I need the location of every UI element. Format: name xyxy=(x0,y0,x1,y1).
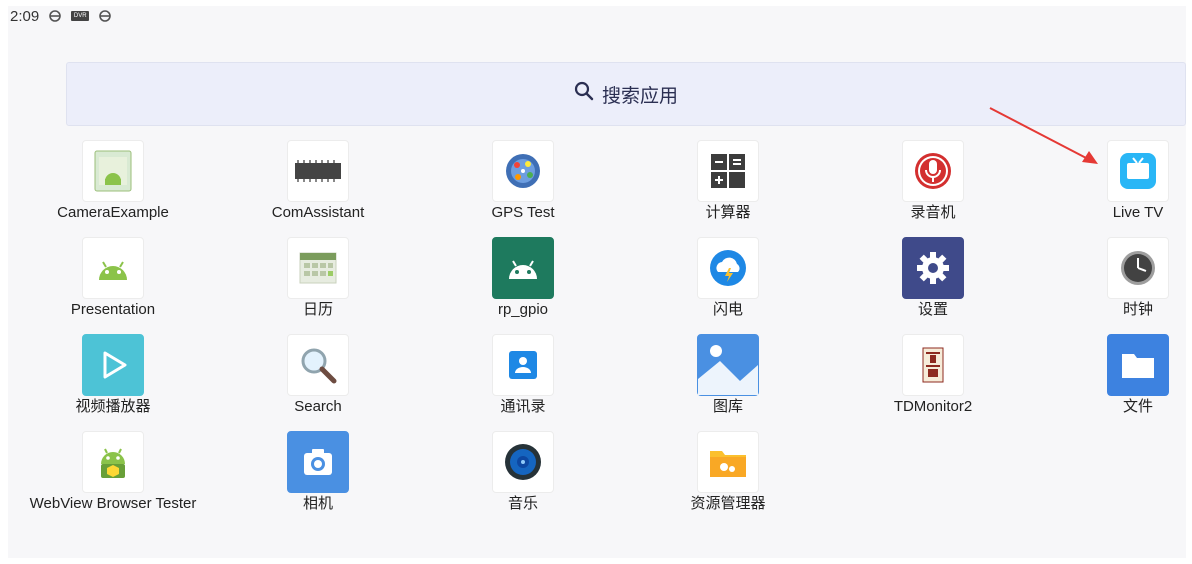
app-label: Live TV xyxy=(1112,204,1164,221)
gallery-icon xyxy=(697,334,759,396)
dvr-icon: DVR xyxy=(71,11,90,21)
app-grid: CameraExample ComAssistant GPS Test 计算器 … xyxy=(8,140,1186,540)
app-file-manager[interactable]: 资源管理器 xyxy=(623,431,833,521)
app-camera-example[interactable]: CameraExample xyxy=(8,140,218,230)
app-label: ComAssistant xyxy=(271,204,365,221)
app-files[interactable]: 文件 xyxy=(1033,334,1192,424)
search-apps-label: 搜索应用 xyxy=(601,85,678,107)
app-music[interactable]: 音乐 xyxy=(418,431,628,521)
files-icon xyxy=(1107,334,1169,396)
tdmonitor-icon xyxy=(902,334,964,396)
status-bar: 2:09 DVR xyxy=(10,7,112,25)
app-label: 计算器 xyxy=(705,204,751,221)
app-gallery[interactable]: 图库 xyxy=(623,334,833,424)
app-label: CameraExample xyxy=(57,204,169,221)
app-settings[interactable]: 设置 xyxy=(828,237,1038,327)
app-label: 音乐 xyxy=(507,495,538,512)
video-player-icon xyxy=(82,334,144,396)
file-manager-icon xyxy=(697,431,759,493)
app-label: 日历 xyxy=(302,301,333,318)
app-label: Presentation xyxy=(70,301,156,318)
app-camera[interactable]: 相机 xyxy=(213,431,423,521)
app-presentation[interactable]: Presentation xyxy=(8,237,218,327)
app-com-assistant[interactable]: ComAssistant xyxy=(213,140,423,230)
app-label: 相机 xyxy=(302,495,333,512)
app-label: 录音机 xyxy=(910,204,956,221)
webview-tester-icon xyxy=(82,431,144,493)
app-label: rp_gpio xyxy=(497,301,549,318)
live-tv-icon xyxy=(1107,140,1169,202)
app-tdmonitor[interactable]: TDMonitor2 xyxy=(828,334,1038,424)
app-video-player[interactable]: 视频播放器 xyxy=(8,334,218,424)
dvr-text: DVR xyxy=(71,11,90,21)
clock-icon xyxy=(1107,237,1169,299)
app-calculator[interactable]: 计算器 xyxy=(623,140,833,230)
app-label: 闪电 xyxy=(712,301,743,318)
search-app-icon xyxy=(287,334,349,396)
calendar-icon xyxy=(287,237,349,299)
app-clock[interactable]: 时钟 xyxy=(1033,237,1192,327)
app-label: 通讯录 xyxy=(500,398,546,415)
camera-icon xyxy=(287,431,349,493)
lightning-icon xyxy=(697,237,759,299)
search-apps-bar[interactable]: 搜索应用 xyxy=(66,62,1186,126)
gps-test-icon xyxy=(492,140,554,202)
app-label: 设置 xyxy=(917,301,948,318)
status-time: 2:09 xyxy=(10,7,40,25)
search-icon xyxy=(574,81,594,107)
settings-icon xyxy=(902,237,964,299)
com-assistant-icon xyxy=(287,140,349,202)
app-recorder[interactable]: 录音机 xyxy=(828,140,1038,230)
app-label: 资源管理器 xyxy=(690,495,766,512)
app-label: TDMonitor2 xyxy=(893,398,973,415)
app-calendar[interactable]: 日历 xyxy=(213,237,423,327)
app-webview-tester[interactable]: WebView Browser Tester xyxy=(8,431,218,521)
sim-icon xyxy=(49,9,62,23)
app-label: 图库 xyxy=(712,398,743,415)
app-label: 视频播放器 xyxy=(75,398,151,415)
rp-gpio-icon xyxy=(492,237,554,299)
app-search[interactable]: Search xyxy=(213,334,423,424)
app-label: 文件 xyxy=(1122,398,1153,415)
contacts-icon xyxy=(492,334,554,396)
app-lightning[interactable]: 闪电 xyxy=(623,237,833,327)
app-live-tv[interactable]: Live TV xyxy=(1033,140,1192,230)
recorder-icon xyxy=(902,140,964,202)
app-rp-gpio[interactable]: rp_gpio xyxy=(418,237,628,327)
music-icon xyxy=(492,431,554,493)
app-contacts[interactable]: 通讯录 xyxy=(418,334,628,424)
calculator-icon xyxy=(697,140,759,202)
app-label: Search xyxy=(294,398,342,415)
camera-example-icon xyxy=(82,140,144,202)
app-label: GPS Test xyxy=(491,204,555,221)
app-label: WebView Browser Tester xyxy=(29,495,197,512)
app-gps-test[interactable]: GPS Test xyxy=(418,140,628,230)
presentation-icon xyxy=(82,237,144,299)
app-label: 时钟 xyxy=(1122,301,1153,318)
sim-icon xyxy=(99,9,112,23)
